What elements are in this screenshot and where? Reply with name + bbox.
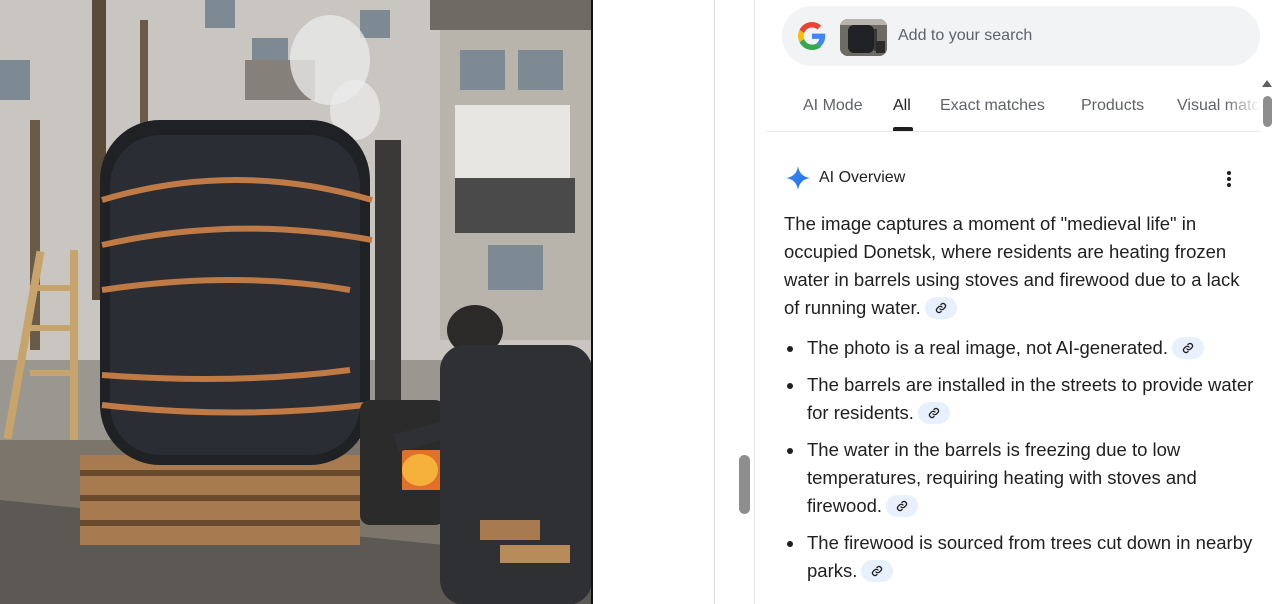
citation-link-chip[interactable] — [917, 402, 950, 425]
ai-overview-intro: The image captures a moment of "medieval… — [784, 210, 1254, 322]
resize-handle[interactable] — [739, 455, 750, 514]
ai-overview-bullets: The photo is a real image, not AI-genera… — [784, 334, 1254, 585]
google-g-icon — [798, 22, 826, 50]
link-icon — [1182, 342, 1194, 354]
ai-overview-body: The image captures a moment of "medieval… — [784, 210, 1254, 594]
scrollbar-thumb[interactable] — [1263, 96, 1272, 127]
scrollbar[interactable] — [1261, 78, 1275, 604]
active-tab-indicator — [893, 127, 913, 131]
tab-ai-mode[interactable]: AI Mode — [803, 97, 863, 115]
citation-link-chip[interactable] — [886, 495, 919, 518]
more-vert-icon[interactable] — [1222, 170, 1236, 188]
result-tabs: AI Mode All Exact matches Products Visua… — [766, 82, 1260, 132]
tab-products[interactable]: Products — [1081, 97, 1144, 115]
image-border — [591, 0, 593, 604]
bullet-text: The barrels are installed in the streets… — [807, 374, 1254, 423]
list-item: The photo is a real image, not AI-genera… — [784, 334, 1254, 362]
thumbnail-icon — [840, 19, 887, 56]
bullet-text: The water in the barrels is freezing due… — [807, 439, 1197, 516]
search-input-placeholder[interactable]: Add to your search — [898, 27, 1032, 45]
panel-edge — [754, 0, 755, 604]
bullet-text: The photo is a real image, not AI-genera… — [807, 337, 1168, 358]
citation-link-chip[interactable] — [861, 560, 894, 583]
pane-divider — [714, 0, 715, 604]
street-photo — [0, 0, 592, 604]
list-item: The water in the barrels is freezing due… — [784, 436, 1254, 520]
list-item: The barrels are installed in the streets… — [784, 371, 1254, 427]
intro-text: The image captures a moment of "medieval… — [784, 213, 1240, 318]
list-item: The firewood is sourced from trees cut d… — [784, 529, 1254, 585]
citation-link-chip[interactable] — [924, 297, 957, 320]
sparkle-icon — [786, 166, 810, 190]
image-thumbnail[interactable] — [840, 19, 887, 56]
link-icon — [928, 407, 940, 419]
citation-link-chip[interactable] — [1171, 337, 1204, 360]
tabs-overflow-fade — [1225, 82, 1260, 130]
link-icon — [935, 302, 946, 314]
link-icon — [872, 565, 883, 577]
search-bar[interactable]: Add to your search — [782, 6, 1260, 66]
scroll-up-arrow-icon[interactable] — [1262, 80, 1272, 87]
tab-exact-matches[interactable]: Exact matches — [940, 97, 1045, 115]
link-icon — [896, 500, 908, 512]
tab-all[interactable]: All — [893, 97, 911, 115]
ai-overview-title: AI Overview — [819, 169, 906, 186]
source-image — [0, 0, 592, 604]
